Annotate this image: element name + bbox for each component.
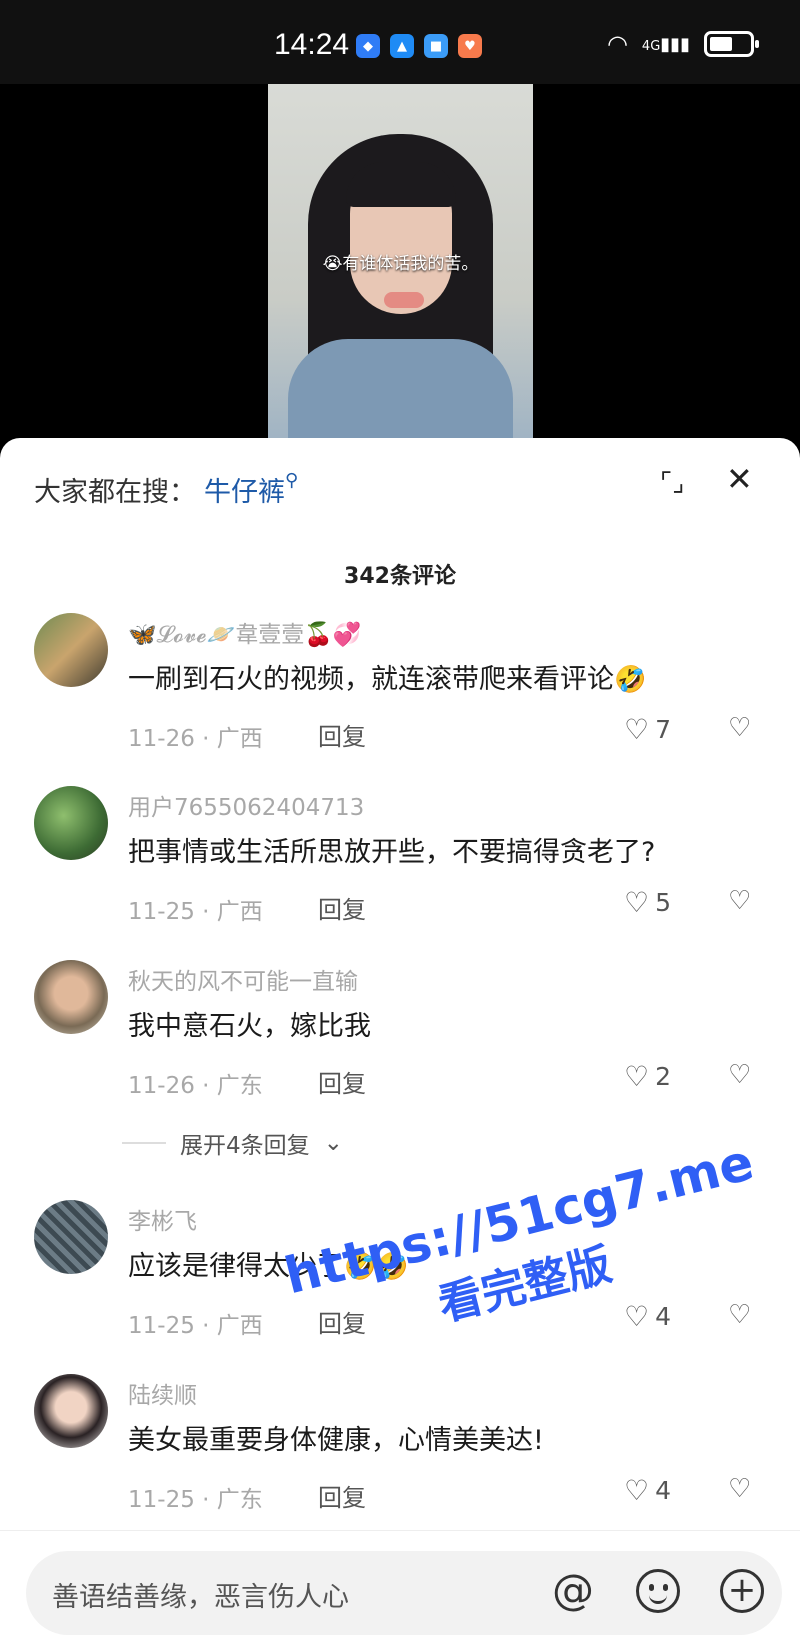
- wifi-icon: ◠: [606, 30, 628, 58]
- comment-date-location: 11-26 · 广东: [128, 1073, 263, 1099]
- comment-item: 🦋𝓛𝓸𝓿𝓮🪐韋壹壹🍒💞 一刷到石火的视频，就连滚带爬来看评论🤣 11-26 · …: [0, 613, 800, 783]
- like-count: 7: [655, 715, 672, 744]
- status-time: 14:24: [274, 28, 350, 61]
- comment-date-location: 11-25 · 广西: [128, 899, 263, 925]
- like-count: 2: [655, 1062, 672, 1091]
- like-button[interactable]: ♡ 2: [624, 1060, 671, 1093]
- comment-item: 李彬飞 应该是律得太少了🤣🤣 11-25 · 广西 回复 ♡ 4 ♡: [0, 1200, 800, 1370]
- mention-icon[interactable]: @: [552, 1565, 594, 1614]
- like-count: 4: [655, 1302, 672, 1331]
- search-suggestion[interactable]: 大家都在搜： 牛仔裤⚲: [34, 470, 298, 509]
- expand-replies-button[interactable]: 展开4条回复 ⌄: [122, 1126, 343, 1160]
- notification-icons: ◆ ▲ ■ ♥: [356, 34, 482, 58]
- video-frame: 😭有谁体话我的苦。: [268, 84, 533, 444]
- comment-text: 我中意石火，嫁比我: [128, 1011, 371, 1042]
- comment-text: 美女最重要身体健康，心情美美达!: [128, 1425, 544, 1456]
- like-button[interactable]: ♡ 5: [624, 886, 671, 919]
- reply-button[interactable]: 回复: [318, 890, 366, 925]
- avatar[interactable]: [34, 1200, 108, 1274]
- shield-app-icon: ◆: [356, 34, 380, 58]
- reply-button[interactable]: 回复: [318, 717, 366, 752]
- search-keyword[interactable]: 牛仔裤: [204, 477, 285, 508]
- comment-input[interactable]: 善语结善缘，恶言伤人心 @ +: [26, 1551, 782, 1635]
- heart-icon: ♡: [624, 713, 650, 746]
- emoji-icon[interactable]: [636, 1569, 680, 1613]
- search-prefix: 大家都在搜：: [34, 477, 196, 508]
- comment-date-location: 11-25 · 广西: [128, 1313, 263, 1339]
- avatar[interactable]: [34, 613, 108, 687]
- close-icon[interactable]: ✕: [726, 463, 756, 495]
- upload-app-icon: ▲: [390, 34, 414, 58]
- like-count: 4: [655, 1476, 672, 1505]
- expand-replies-label: 展开4条回复: [180, 1133, 310, 1159]
- comment-item: 陆续顺 美女最重要身体健康，心情美美达! 11-25 · 广东 回复 ♡ 4 ♡: [0, 1374, 800, 1544]
- reply-button[interactable]: 回复: [318, 1304, 366, 1339]
- comment-input-placeholder: 善语结善缘，恶言伤人心: [52, 1582, 349, 1613]
- reply-button[interactable]: 回复: [318, 1064, 366, 1099]
- video-player[interactable]: 😭有谁体话我的苦。: [0, 84, 800, 444]
- reply-button[interactable]: 回复: [318, 1478, 366, 1513]
- dislike-icon[interactable]: ♡: [728, 1474, 751, 1504]
- like-count: 5: [655, 888, 672, 917]
- comment-username[interactable]: 用户7655062404713: [128, 788, 364, 822]
- comment-text: 一刷到石火的视频，就连滚带爬来看评论🤣: [128, 664, 647, 695]
- comment-date-location: 11-25 · 广东: [128, 1487, 263, 1513]
- dislike-icon[interactable]: ♡: [728, 1300, 751, 1330]
- comment-text: 把事情或生活所思放开些，不要搞得贪老了?: [128, 837, 656, 868]
- comment-count: 342条评论: [344, 564, 456, 589]
- like-button[interactable]: ♡ 4: [624, 1300, 671, 1333]
- heart-app-icon: ♥: [458, 34, 482, 58]
- dislike-icon[interactable]: ♡: [728, 713, 751, 743]
- heart-icon: ♡: [624, 1060, 650, 1093]
- comment-username[interactable]: 李彬飞: [128, 1202, 197, 1236]
- avatar[interactable]: [34, 786, 108, 860]
- comment-text: 应该是律得太少了🤣🤣: [128, 1251, 409, 1282]
- video-caption: 😭有谁体话我的苦。: [322, 254, 479, 274]
- dislike-icon[interactable]: ♡: [728, 886, 751, 916]
- signal-icon: 4G▮▮▮: [641, 33, 690, 55]
- comment-username[interactable]: 🦋𝓛𝓸𝓿𝓮🪐韋壹壹🍒💞: [128, 615, 362, 649]
- avatar[interactable]: [34, 1374, 108, 1448]
- plus-icon[interactable]: +: [720, 1569, 764, 1613]
- comment-item: 秋天的风不可能一直输 我中意石火，嫁比我 11-26 · 广东 回复 ♡ 2 ♡: [0, 960, 800, 1130]
- comment-date-location: 11-26 · 广西: [128, 726, 263, 752]
- like-button[interactable]: ♡ 7: [624, 713, 671, 746]
- chevron-down-icon: ⌄: [323, 1130, 343, 1156]
- heart-icon: ♡: [624, 1300, 650, 1333]
- comment-username[interactable]: 秋天的风不可能一直输: [128, 962, 358, 996]
- comment-input-bar: 善语结善缘，恶言伤人心 @ +: [0, 1530, 800, 1649]
- comment-username[interactable]: 陆续顺: [128, 1376, 197, 1410]
- heart-icon: ♡: [624, 1474, 650, 1507]
- like-button[interactable]: ♡ 4: [624, 1474, 671, 1507]
- avatar[interactable]: [34, 960, 108, 1034]
- comment-item: 用户7655062404713 把事情或生活所思放开些，不要搞得贪老了? 11-…: [0, 786, 800, 956]
- box-app-icon: ■: [424, 34, 448, 58]
- expand-icon[interactable]: ⌜⌟: [660, 468, 690, 498]
- comments-sheet: 大家都在搜： 牛仔裤⚲ ⌜⌟ ✕ 342条评论 🦋𝓛𝓸𝓿𝓮🪐韋壹壹🍒💞 一刷到石火…: [0, 438, 800, 1649]
- battery-icon: [704, 31, 759, 57]
- search-icon: ⚲: [285, 470, 299, 491]
- heart-icon: ♡: [624, 886, 650, 919]
- status-bar: 14:24 ◆ ▲ ■ ♥ ◠ 4G▮▮▮: [0, 0, 800, 84]
- dislike-icon[interactable]: ♡: [728, 1060, 751, 1090]
